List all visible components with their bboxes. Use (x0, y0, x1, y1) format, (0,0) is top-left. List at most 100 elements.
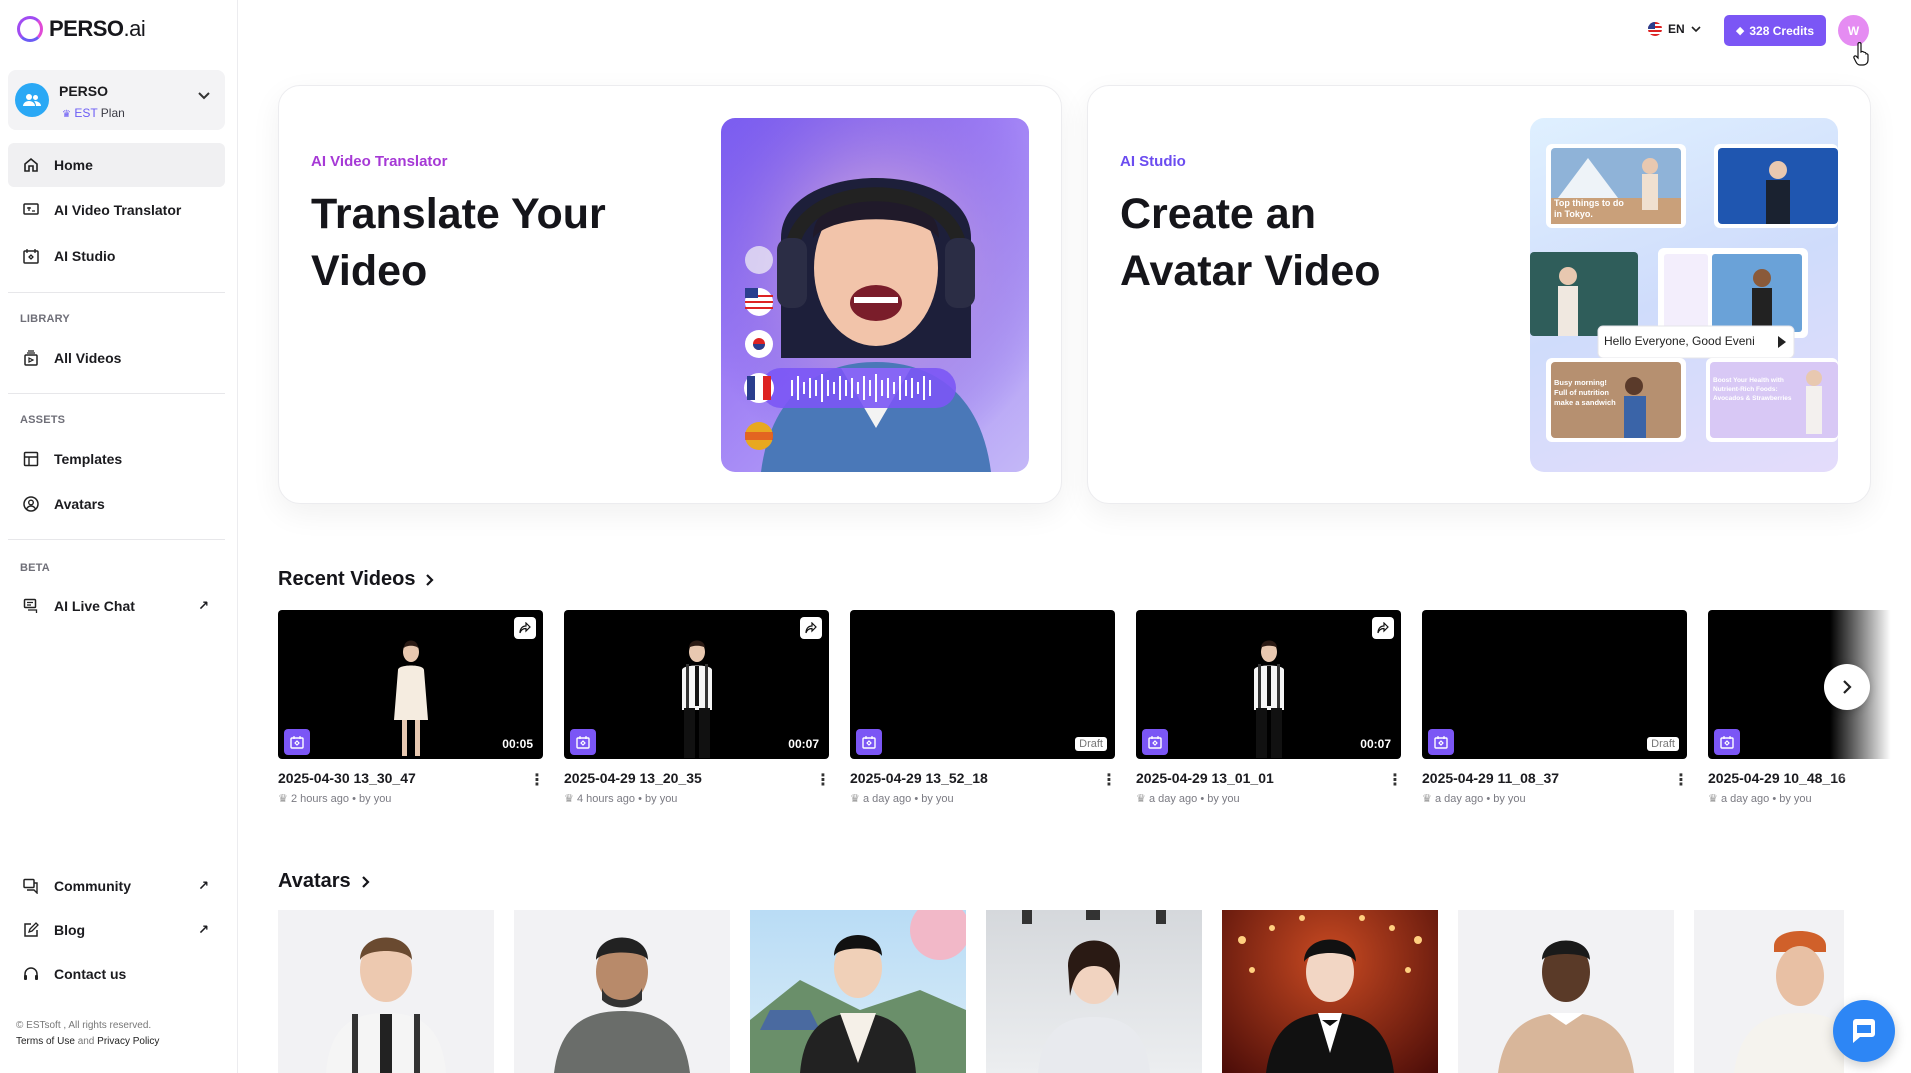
workspace-plan: ♛ EST Plan (62, 106, 125, 120)
nav-templates[interactable]: Templates (8, 437, 225, 481)
external-link-icon: ↗ (198, 922, 209, 937)
nav-avatars[interactable]: Avatars (8, 482, 225, 526)
avatar-card[interactable] (514, 910, 730, 1073)
nav-label: AI Video Translator (54, 202, 182, 218)
live-chat-icon (22, 597, 40, 615)
avatar-figure (1254, 640, 1284, 758)
nav-home[interactable]: Home (8, 143, 225, 187)
video-thumbnail[interactable]: 00:07 (564, 610, 829, 759)
crown-icon: ♛ (1136, 793, 1146, 805)
carousel-next-button[interactable] (1824, 664, 1870, 710)
external-link-icon: ↗ (198, 598, 209, 613)
terms-link[interactable]: Terms of Use (16, 1036, 75, 1047)
logo[interactable]: PERSO.ai (17, 16, 146, 42)
crown-icon: ♛ (564, 793, 574, 805)
nav-contact-us[interactable]: Contact us (8, 952, 225, 996)
share-button[interactable] (1372, 617, 1394, 639)
more-options-icon[interactable]: ⋮ (1387, 770, 1403, 790)
video-type-badge (570, 729, 596, 755)
video-title[interactable]: 2025-04-29 13_01_01 (1136, 770, 1274, 786)
avatar-icon (22, 495, 40, 513)
thumb-caption: Top things to do in Tokyo. (1554, 198, 1624, 219)
crown-icon: ♛ (1708, 793, 1718, 805)
nav-community[interactable]: Community ↗ (8, 864, 225, 908)
more-options-icon[interactable]: ⋮ (1673, 770, 1689, 790)
avatar-card[interactable] (986, 910, 1202, 1073)
avatar-card[interactable] (278, 910, 494, 1073)
diamond-icon: ◆ (1735, 25, 1745, 37)
draft-badge: Draft (1647, 737, 1679, 751)
chat-support-button[interactable] (1833, 1000, 1895, 1062)
video-title[interactable]: 2025-04-29 13_52_18 (850, 770, 988, 786)
nav-label: Avatars (54, 496, 105, 512)
video-meta: ♛ 2 hours ago • by you (278, 793, 392, 805)
nav-ai-studio[interactable]: AI Studio (8, 234, 225, 278)
recent-videos-heading[interactable]: Recent Videos (278, 568, 435, 591)
nav-label: Contact us (54, 966, 127, 982)
studio-icon (22, 247, 40, 265)
translator-hero-image (721, 118, 1029, 472)
crown-icon: ♛ (1422, 793, 1432, 805)
workspace-selector[interactable]: PERSO ♛ EST Plan (8, 70, 225, 130)
speech-bubble: Hello Everyone, Good Eveni (1604, 334, 1755, 348)
section-library: LIBRARY (20, 313, 70, 325)
chevron-down-icon[interactable] (197, 88, 211, 104)
divider (8, 393, 225, 394)
workspace-avatar (15, 83, 49, 117)
nav-ai-live-chat[interactable]: AI Live Chat ↗ (8, 584, 225, 628)
draft-badge: Draft (1075, 737, 1107, 751)
more-options-icon[interactable]: ⋮ (1101, 770, 1117, 790)
video-thumbnail[interactable]: Draft (1422, 610, 1687, 759)
community-icon (22, 877, 40, 895)
studio-badge-icon (1148, 736, 1162, 749)
hand-cursor-icon (1853, 42, 1869, 66)
privacy-link[interactable]: Privacy Policy (97, 1036, 159, 1047)
share-button[interactable] (800, 617, 822, 639)
nav-all-videos[interactable]: All Videos (8, 336, 225, 380)
avatar-card[interactable] (750, 910, 966, 1073)
avatar-card[interactable] (1694, 910, 1844, 1073)
video-thumbnail[interactable]: 00:07 (1136, 610, 1401, 759)
template-icon (22, 450, 40, 468)
chevron-right-icon (361, 875, 370, 888)
avatar-card[interactable] (1222, 910, 1438, 1073)
translate-icon (22, 201, 40, 219)
external-link-icon: ↗ (198, 878, 209, 893)
share-button[interactable] (514, 617, 536, 639)
video-title[interactable]: 2025-04-29 13_20_35 (564, 770, 702, 786)
more-options-icon[interactable]: ⋮ (815, 770, 831, 790)
chevron-right-icon (426, 573, 435, 586)
video-title[interactable]: 2025-04-30 13_30_47 (278, 770, 416, 786)
video-meta: ♛ a day ago • by you (1136, 793, 1240, 805)
hero-card-studio[interactable]: AI Studio Create an Avatar Video Top thi… (1087, 85, 1871, 504)
video-meta: ♛ a day ago • by you (1708, 793, 1812, 805)
nav-blog[interactable]: Blog ↗ (8, 908, 225, 952)
video-title[interactable]: 2025-04-29 10_48_16 (1708, 770, 1846, 786)
video-title[interactable]: 2025-04-29 11_08_37 (1422, 770, 1559, 786)
chevron-down-icon (1691, 26, 1701, 33)
more-options-icon[interactable]: ⋮ (529, 770, 545, 790)
video-thumbnail[interactable]: 00:05 (278, 610, 543, 759)
avatar-card[interactable] (1458, 910, 1674, 1073)
avatar-figure (394, 640, 428, 756)
video-type-badge (856, 729, 882, 755)
section-assets: ASSETS (20, 414, 66, 426)
credits-button[interactable]: ◆ 328 Credits (1724, 15, 1826, 46)
perso-logo-icon (17, 16, 43, 42)
hero-eyebrow: AI Studio (1120, 153, 1186, 170)
copyright: © ESTsoft , All rights reserved. (16, 1020, 152, 1031)
hero-title: Translate Your Video (311, 190, 606, 295)
nav-ai-video-translator[interactable]: AI Video Translator (8, 188, 225, 232)
video-meta: ♛ a day ago • by you (1422, 793, 1526, 805)
hero-eyebrow: AI Video Translator (311, 153, 448, 170)
video-thumbnail[interactable]: Draft (850, 610, 1115, 759)
video-meta: ♛ 4 hours ago • by you (564, 793, 678, 805)
language-selector[interactable]: EN (1648, 22, 1701, 36)
avatars-heading[interactable]: Avatars (278, 870, 371, 893)
edit-icon (22, 921, 40, 939)
crown-icon: ♛ (850, 793, 860, 805)
video-library-icon (22, 349, 40, 367)
hero-card-translator[interactable]: AI Video Translator Translate Your Video (278, 85, 1062, 504)
avatar-figure (682, 640, 712, 758)
video-meta: ♛ a day ago • by you (850, 793, 954, 805)
